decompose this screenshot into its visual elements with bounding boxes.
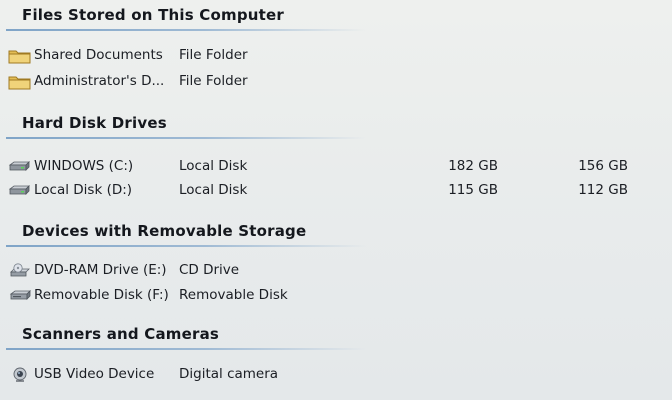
list-item-shared-documents[interactable]: Shared Documents File Folder: [0, 44, 672, 66]
list-item-removable-disk-f[interactable]: Removable Disk (F:) Removable Disk: [0, 284, 672, 306]
item-name: Local Disk (D:): [34, 182, 133, 198]
dvd-drive-icon: [8, 263, 32, 279]
group-header-removable-storage: Devices with Removable Storage: [0, 220, 672, 247]
item-name: Shared Documents: [34, 47, 163, 63]
item-type: File Folder: [179, 47, 248, 63]
item-type: Removable Disk: [179, 287, 288, 303]
list-item-usb-video-device[interactable]: USB Video Device Digital camera: [0, 363, 672, 385]
item-free-space: 112 GB: [578, 182, 628, 198]
group-divider: [6, 29, 366, 31]
group-title-hard-disks: Hard Disk Drives: [22, 114, 167, 132]
item-total-size: 182 GB: [448, 158, 498, 174]
item-name: WINDOWS (C:): [34, 158, 134, 174]
folder-icon: [8, 74, 32, 90]
item-name: USB Video Device: [34, 366, 155, 382]
group-title-removable-storage: Devices with Removable Storage: [22, 222, 307, 240]
item-name: Removable Disk (F:): [34, 287, 169, 303]
hard-disk-icon: [8, 159, 32, 175]
item-total-size: 115 GB: [448, 182, 498, 198]
group-divider: [6, 245, 366, 247]
list-item-local-disk-d[interactable]: Local Disk (D:) Local Disk 115 GB 112 GB: [0, 179, 672, 201]
group-divider: [6, 348, 366, 350]
item-type: CD Drive: [179, 262, 240, 278]
group-header-files: Files Stored on This Computer: [0, 4, 672, 31]
item-type: Digital camera: [179, 366, 279, 382]
group-divider: [6, 137, 366, 139]
hard-disk-icon: [8, 183, 32, 199]
item-name: Administrator's D...: [34, 73, 165, 89]
group-header-hard-disks: Hard Disk Drives: [0, 112, 672, 139]
group-header-scanners-cameras: Scanners and Cameras: [0, 323, 672, 350]
item-type: Local Disk: [179, 158, 248, 174]
group-title-scanners-cameras: Scanners and Cameras: [22, 325, 220, 343]
item-type: Local Disk: [179, 182, 248, 198]
item-name: DVD-RAM Drive (E:): [34, 262, 167, 278]
group-title-files: Files Stored on This Computer: [22, 6, 284, 24]
webcam-icon: [8, 367, 32, 383]
list-item-administrators-documents[interactable]: Administrator's D... File Folder: [0, 70, 672, 92]
item-type: File Folder: [179, 73, 248, 89]
removable-disk-icon: [8, 288, 32, 304]
item-free-space: 156 GB: [578, 158, 628, 174]
folder-icon: [8, 48, 32, 64]
list-item-dvd-ram-drive-e[interactable]: DVD-RAM Drive (E:) CD Drive: [0, 259, 672, 281]
explorer-content-pane: Files Stored on This Computer Shared Doc…: [0, 0, 672, 400]
list-item-windows-c[interactable]: WINDOWS (C:) Local Disk 182 GB 156 GB: [0, 155, 672, 177]
